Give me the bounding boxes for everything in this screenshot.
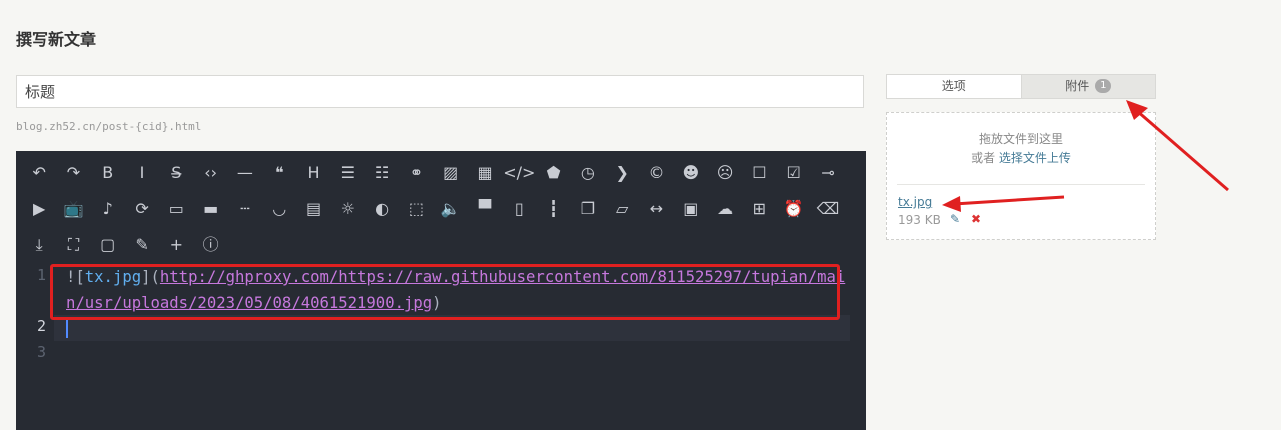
wallet-icon[interactable]: ▢ — [91, 227, 125, 263]
button-icon[interactable]: ▬ — [193, 191, 227, 227]
unordered-list-icon[interactable]: ☷ — [365, 155, 399, 191]
inline-code-icon[interactable]: ‹› — [193, 155, 227, 191]
html5-icon[interactable]: ⬟ — [536, 155, 570, 191]
window-icon[interactable]: ▣ — [674, 191, 708, 227]
eye-closed-icon[interactable]: ◡ — [262, 191, 296, 227]
code-block-icon[interactable]: </> — [502, 155, 536, 191]
toolbar-row-2: ▶ 📺 ♪ ⟳ ▭ ▬ ┄ ◡ ▤ ☼ ◐ ⬚ 🔈 ▀ ▯ ┇ ❐ ▱ ↔ ▣ ☁ ⊞ ⏰ ⌫ — [22, 191, 845, 227]
quote-icon[interactable]: ❝ — [262, 155, 296, 191]
copy-icon[interactable]: ❐ — [571, 191, 605, 227]
pencil-icon[interactable]: ✎ — [950, 212, 960, 226]
table-icon[interactable]: ▦ — [468, 155, 502, 191]
tab-attachments-label: 附件 — [1065, 79, 1090, 93]
sidebar-tabs: 选项 附件 1 — [886, 74, 1156, 99]
close-icon[interactable]: ✖ — [971, 212, 981, 226]
folder-icon[interactable]: ▱ — [605, 191, 639, 227]
sync-icon[interactable]: ⟳ — [125, 191, 159, 227]
line-number: 3 — [36, 343, 46, 361]
ordered-list-icon[interactable]: ☰ — [331, 155, 365, 191]
plus-icon[interactable]: + — [159, 227, 193, 263]
horizontal-rule-icon[interactable]: — — [228, 155, 262, 191]
info-icon[interactable]: ⓘ — [193, 227, 227, 263]
checkbox-empty-icon[interactable]: ☐ — [742, 155, 776, 191]
code-area[interactable]: 1 2 3 ![tx.jpg](http://ghproxy.com/https… — [16, 264, 866, 430]
smile-icon[interactable]: ☻ — [674, 155, 708, 191]
video-icon[interactable]: ▶ — [22, 191, 56, 227]
title-input[interactable] — [16, 75, 864, 108]
drop-hint: 拖放文件到这里 — [978, 132, 1063, 146]
md-image-url[interactable]: http://ghproxy.com/https://raw.githubuse… — [66, 268, 845, 312]
timeline-icon[interactable]: ┇ — [536, 191, 570, 227]
choose-file-link[interactable]: 选择文件上传 — [999, 151, 1071, 165]
cloud-icon[interactable]: ☁ — [708, 191, 742, 227]
text-caret — [66, 319, 68, 338]
music-icon[interactable]: ♪ — [91, 191, 125, 227]
dotted-box-icon[interactable]: ⬚ — [399, 191, 433, 227]
toggle-icon[interactable]: ◐ — [365, 191, 399, 227]
bold-icon[interactable]: B — [91, 155, 125, 191]
attachment-file-link[interactable]: tx.jpg — [898, 195, 932, 209]
md-image-open: ![ — [66, 268, 85, 286]
line-number: 1 — [36, 266, 46, 284]
tab-attachments[interactable]: 附件 1 — [1020, 75, 1155, 98]
download-icon[interactable]: ⤓ — [22, 227, 56, 263]
editor-toolbar: ↶ ↷ B I S̶ ‹› — ❝ H ☰ ☷ ⚭ ▨ ▦ </> ⬟ ◷ ❯ © ☻ ☹ ☐ ☑ ⊸ ▶ 📺 ♪ ⟳ ▭ ▬ ┄ ◡ ▤ ☼ ◐… — [16, 151, 866, 264]
divider — [897, 184, 1145, 185]
grid-icon[interactable]: ⊞ — [742, 191, 776, 227]
commit-icon[interactable]: ⊸ — [811, 155, 845, 191]
copyright-icon[interactable]: © — [639, 155, 673, 191]
dashed-line-icon[interactable]: ┄ — [228, 191, 262, 227]
editor-scrollbar[interactable] — [850, 264, 866, 430]
current-line-highlight — [54, 315, 850, 341]
alarm-icon[interactable]: ⏰ — [777, 191, 811, 227]
attachment-count-badge: 1 — [1095, 78, 1112, 93]
tab-options[interactable]: 选项 — [887, 75, 1021, 98]
redo-icon[interactable]: ↷ — [56, 155, 90, 191]
md-image-mid: ]( — [141, 268, 160, 286]
card-icon[interactable]: ▤ — [296, 191, 330, 227]
arrow-both-icon[interactable]: ↔ — [639, 191, 673, 227]
italic-icon[interactable]: I — [125, 155, 159, 191]
fullscreen-icon[interactable]: ⛶ — [56, 227, 90, 263]
line-gutter: 1 2 3 — [16, 264, 54, 430]
or-text: 或者 — [971, 151, 996, 165]
heading-icon[interactable]: H — [296, 155, 330, 191]
checkbox-checked-icon[interactable]: ☑ — [777, 155, 811, 191]
bulb-icon[interactable]: ☼ — [331, 191, 365, 227]
btn-icon[interactable]: ▭ — [159, 191, 193, 227]
layout-icon[interactable]: ▀ — [468, 191, 502, 227]
upload-hint-line: 或者 选择文件上传 — [887, 149, 1155, 166]
page-title: 撰写新文章 — [16, 30, 97, 49]
markdown-editor: ↶ ↷ B I S̶ ‹› — ❝ H ☰ ☷ ⚭ ▨ ▦ </> ⬟ ◷ ❯ © ☻ ☹ ☐ ☑ ⊸ ▶ 📺 ♪ ⟳ ▭ ▬ ┄ ◡ ▤ ☼ ◐… — [16, 151, 866, 430]
toolbar-row-3: ⤓ ⛶ ▢ ✎ + ⓘ — [22, 227, 228, 263]
sad-icon[interactable]: ☹ — [708, 155, 742, 191]
pencil-icon[interactable]: ✎ — [125, 227, 159, 263]
document-icon[interactable]: ▯ — [502, 191, 536, 227]
clock-icon[interactable]: ◷ — [571, 155, 605, 191]
line-number: 2 — [36, 317, 46, 335]
upload-dropzone[interactable]: 拖放文件到这里 或者 选择文件上传 tx.jpg 193 KB ✎ ✖ — [886, 112, 1156, 240]
permalink-text: blog.zh52.cn/post-{cid}.html — [16, 120, 202, 133]
next-icon[interactable]: ❯ — [605, 155, 639, 191]
eraser-icon[interactable]: ⌫ — [811, 191, 845, 227]
md-image-close: ) — [432, 294, 442, 312]
image-icon[interactable]: ▨ — [434, 155, 468, 191]
tv-icon[interactable]: 📺 — [56, 191, 90, 227]
attachment-file-size: 193 KB — [898, 213, 941, 227]
md-image-alt: tx.jpg — [84, 268, 142, 286]
undo-icon[interactable]: ↶ — [22, 155, 56, 191]
toolbar-row-1: ↶ ↷ B I S̶ ‹› — ❝ H ☰ ☷ ⚭ ▨ ▦ </> ⬟ ◷ ❯ © ☻ ☹ ☐ ☑ ⊸ — [22, 155, 845, 191]
strikethrough-icon[interactable]: S̶ — [159, 155, 193, 191]
link-icon[interactable]: ⚭ — [399, 155, 433, 191]
editor-line-1[interactable]: ![tx.jpg](http://ghproxy.com/https://raw… — [66, 264, 846, 316]
volume-icon[interactable]: 🔈 — [434, 191, 468, 227]
